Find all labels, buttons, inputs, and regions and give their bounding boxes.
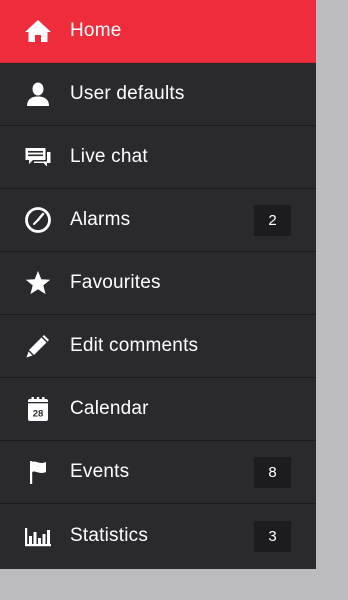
user-icon bbox=[22, 78, 54, 110]
menu-item-label: Calendar bbox=[70, 398, 149, 419]
menu-item-label: Live chat bbox=[70, 146, 148, 167]
menu-item-label: Edit comments bbox=[70, 335, 199, 356]
menu-item-favourites[interactable]: Favourites bbox=[0, 252, 316, 315]
calendar-icon-day: 28 bbox=[33, 409, 44, 420]
menu-item-label: Statistics bbox=[70, 524, 149, 546]
menu-item-label: User defaults bbox=[70, 83, 185, 104]
bar-chart-icon bbox=[22, 520, 54, 552]
menu-item-user-defaults[interactable]: User defaults bbox=[0, 63, 316, 126]
clock-icon bbox=[22, 204, 54, 236]
menu-item-label: Alarms bbox=[70, 209, 131, 230]
menu-item-calendar[interactable]: 28 Calendar bbox=[0, 378, 316, 441]
menu-item-edit-comments[interactable]: Edit comments bbox=[0, 315, 316, 378]
menu-item-label: Events bbox=[70, 461, 130, 482]
side-menu: Home User defaults Live chat Alarms 2 Fa… bbox=[0, 0, 316, 569]
count-badge: 2 bbox=[254, 205, 291, 236]
calendar-icon: 28 bbox=[22, 393, 54, 425]
menu-item-alarms[interactable]: Alarms 2 bbox=[0, 189, 316, 252]
menu-item-home[interactable]: Home bbox=[0, 0, 316, 63]
menu-item-label: Home bbox=[70, 20, 122, 41]
menu-item-statistics[interactable]: Statistics 3 bbox=[0, 504, 316, 567]
menu-item-events[interactable]: Events 8 bbox=[0, 441, 316, 504]
home-icon bbox=[22, 15, 54, 47]
menu-item-label: Favourites bbox=[70, 272, 161, 293]
star-icon bbox=[22, 267, 54, 299]
pencil-icon bbox=[22, 330, 54, 362]
chat-icon bbox=[22, 141, 54, 173]
count-badge: 8 bbox=[254, 457, 291, 488]
flag-icon bbox=[22, 456, 54, 488]
count-badge: 3 bbox=[254, 520, 291, 552]
menu-item-live-chat[interactable]: Live chat bbox=[0, 126, 316, 189]
